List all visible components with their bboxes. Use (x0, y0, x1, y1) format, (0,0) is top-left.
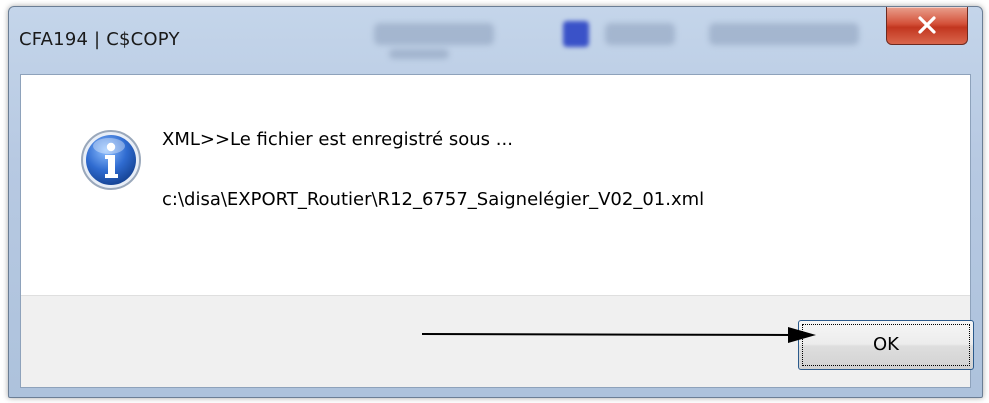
blurred-background-text (605, 23, 675, 45)
information-icon (81, 130, 141, 190)
close-button[interactable] (886, 7, 968, 45)
window-title: CFA194 | C$COPY (19, 29, 180, 50)
arrow-right-icon (421, 327, 816, 343)
ok-button[interactable]: OK (798, 320, 974, 370)
message-text: XML>>Le fichier est enregistré sous ... (162, 129, 513, 150)
blurred-background-text (709, 23, 859, 45)
ok-button-label: OK (873, 334, 899, 355)
blurred-background-icon (563, 21, 589, 47)
file-path-text: c:\disa\EXPORT_Routier\R12_6757_Saignelé… (162, 189, 705, 210)
blurred-background-text (374, 23, 494, 45)
message-area: XML>>Le fichier est enregistré sous ... … (21, 75, 970, 298)
close-icon (918, 16, 936, 34)
blurred-background-text (389, 49, 449, 59)
title-bar[interactable]: CFA194 | C$COPY (9, 7, 982, 73)
